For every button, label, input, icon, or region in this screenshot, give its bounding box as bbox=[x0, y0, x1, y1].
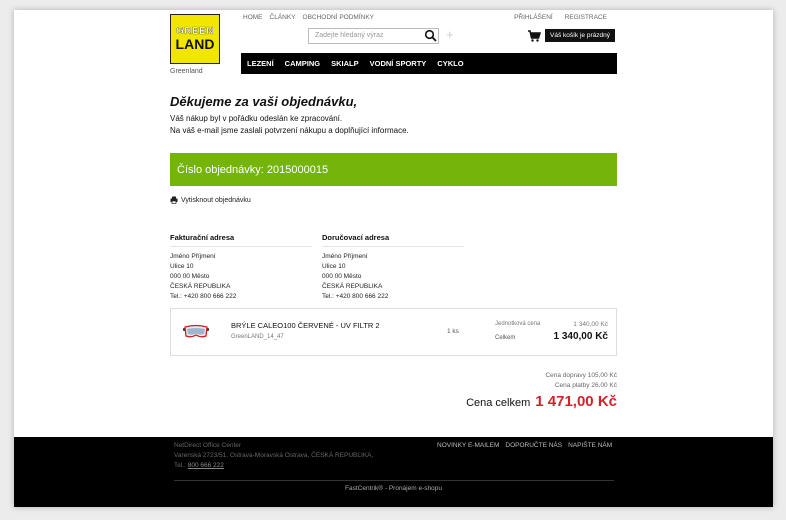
shipping-title: Doručovací adresa bbox=[322, 233, 464, 247]
shipping-line: ČESKÁ REPUBLIKA bbox=[322, 283, 383, 290]
item-quantity: 1 ks bbox=[447, 328, 459, 335]
main-nav: LEZENÍ CAMPING SKIALP VODNÍ SPORTY CYKLO bbox=[241, 53, 617, 74]
shipping-line: Tel.: +420 800 666 222 bbox=[322, 293, 389, 300]
item-code: GreenLAND_14_47 bbox=[231, 334, 284, 340]
greenland-logo[interactable]: GREEN LAND bbox=[170, 14, 220, 64]
footer: NetDirect Office Center Varenská 2723/51… bbox=[14, 437, 773, 507]
order-number-bar: Číslo objednávky: 2015000015 bbox=[170, 153, 617, 186]
footer-company: NetDirect Office Center bbox=[174, 442, 242, 449]
logo-line2: LAND bbox=[175, 36, 215, 52]
topnav-articles[interactable]: ČLÁNKY bbox=[270, 14, 296, 21]
unit-price-label: Jednotková cena bbox=[495, 321, 541, 327]
billing-title: Fakturační adresa bbox=[170, 233, 312, 247]
thanks-title: Děkujeme za vaši objednávku, bbox=[170, 94, 358, 109]
footer-phone-link[interactable]: 800 666 222 bbox=[188, 462, 224, 469]
print-order-link[interactable]: Vytisknout objednávku bbox=[170, 196, 251, 204]
topnav-home[interactable]: HOME bbox=[243, 14, 263, 21]
page-frame: GREEN LAND Greenland HOME ČLÁNKY OBCHODN… bbox=[14, 10, 773, 507]
billing-line: Tel.: +420 800 666 222 bbox=[170, 293, 237, 300]
shipping-line: Jméno Příjmení bbox=[322, 253, 368, 260]
shipping-cost: Cena dopravy 105,00 Kč bbox=[545, 372, 617, 379]
printer-icon bbox=[170, 196, 178, 204]
footer-address: Varenská 2723/51, Ostrava-Moravská Ostra… bbox=[174, 452, 374, 459]
billing-line: Jméno Příjmení bbox=[170, 253, 216, 260]
top-nav: HOME ČLÁNKY OBCHODNÍ PODMÍNKY bbox=[243, 14, 374, 21]
footer-link-contact[interactable]: NAPIŠTE NÁM bbox=[568, 442, 612, 449]
shipping-line: Ulice 10 bbox=[322, 263, 346, 270]
logo-caption: Greenland bbox=[170, 68, 203, 75]
account-links: PŘIHLÁŠENÍ REGISTRACE bbox=[514, 14, 607, 21]
billing-line: 000 00 Město bbox=[170, 273, 210, 280]
footer-phone: Tel.: 800 666 222 bbox=[174, 461, 373, 471]
nav-item-vodni-sporty[interactable]: VODNÍ SPORTY bbox=[370, 59, 427, 68]
nav-item-skialp[interactable]: SKIALP bbox=[331, 59, 359, 68]
item-total-value: 1 340,00 Kč bbox=[553, 331, 609, 342]
payment-cost: Cena platby 26,00 Kč bbox=[554, 382, 617, 389]
footer-credit[interactable]: FastCentrik® - Pronájem e-shopu bbox=[14, 485, 773, 492]
shipping-address: Doručovací adresa Jméno Příjmení Ulice 1… bbox=[322, 233, 464, 302]
item-name[interactable]: BRÝLE CALEO100 ČERVENÉ - UV FILTR 2 bbox=[231, 321, 380, 330]
footer-link-newsletter[interactable]: NOVINKY E-MAILEM bbox=[437, 442, 499, 449]
topnav-terms[interactable]: OBCHODNÍ PODMÍNKY bbox=[303, 14, 375, 21]
shipping-line: 000 00 Město bbox=[322, 273, 362, 280]
footer-contact: NetDirect Office Center Varenská 2723/51… bbox=[174, 441, 373, 471]
billing-line: Ulice 10 bbox=[170, 263, 194, 270]
grand-total: Cena celkem 1 471,00 Kč bbox=[466, 393, 617, 410]
thanks-line-1: Váš nákup byl v pořádku odeslán ke zprac… bbox=[170, 114, 343, 123]
footer-links: NOVINKY E-MAILEM DOPORUČTE NÁS NAPIŠTE N… bbox=[437, 442, 612, 449]
footer-link-recommend[interactable]: DOPORUČTE NÁS bbox=[505, 442, 562, 449]
login-link[interactable]: PŘIHLÁŠENÍ bbox=[514, 14, 553, 21]
item-total-label: Celkem bbox=[495, 335, 516, 341]
footer-phone-label: Tel.: bbox=[174, 462, 186, 469]
thanks-line-2: Na váš e-mail jsme zaslali potvrzení nák… bbox=[170, 126, 409, 135]
register-link[interactable]: REGISTRACE bbox=[565, 14, 607, 21]
search-input[interactable]: Zadejte hledaný výraz bbox=[308, 28, 439, 44]
order-item-row: BRÝLE CALEO100 ČERVENÉ - UV FILTR 2 Gree… bbox=[170, 308, 617, 356]
search-icon[interactable] bbox=[424, 29, 438, 43]
plus-icon[interactable]: + bbox=[446, 27, 454, 42]
billing-address: Fakturační adresa Jméno Příjmení Ulice 1… bbox=[170, 233, 312, 302]
goggles-image[interactable] bbox=[181, 323, 211, 341]
nav-item-camping[interactable]: CAMPING bbox=[285, 59, 320, 68]
unit-price-value: 1 340,00 Kč bbox=[573, 321, 608, 328]
print-order-label: Vytisknout objednávku bbox=[181, 196, 251, 204]
grand-total-value: 1 471,00 Kč bbox=[535, 393, 617, 410]
grand-total-label: Cena celkem bbox=[466, 397, 531, 409]
cart-icon[interactable] bbox=[527, 29, 541, 43]
cart-button[interactable]: Váš košík je prázdný bbox=[545, 29, 615, 42]
nav-item-lezeni[interactable]: LEZENÍ bbox=[247, 59, 274, 68]
billing-line: ČESKÁ REPUBLIKA bbox=[170, 283, 231, 290]
nav-item-cyklo[interactable]: CYKLO bbox=[437, 59, 463, 68]
footer-divider bbox=[174, 480, 614, 481]
